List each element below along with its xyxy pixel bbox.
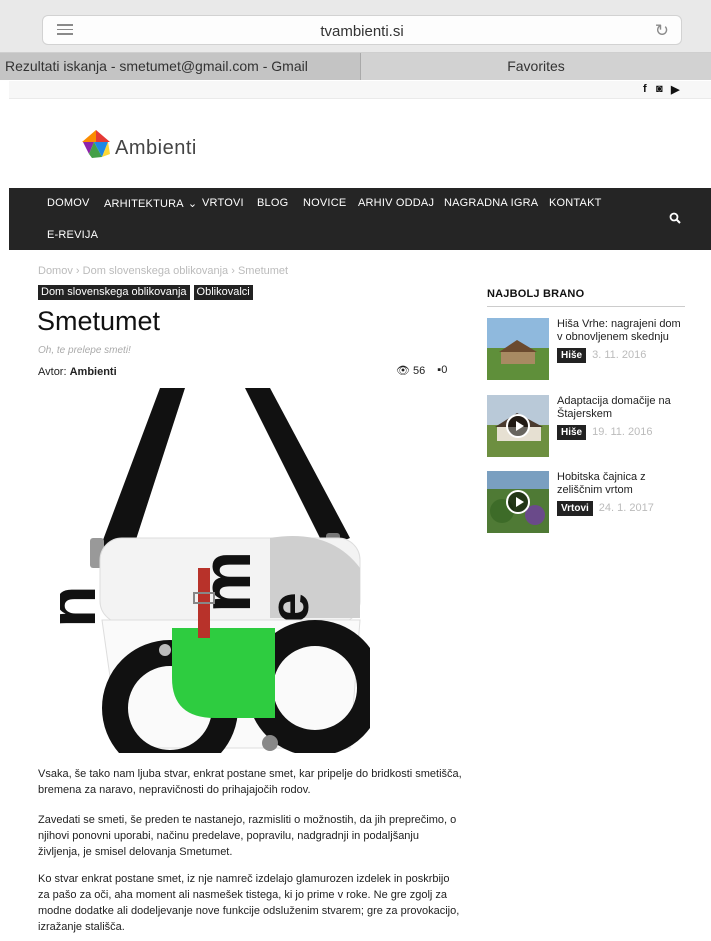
main-nav: DOMOV ARHITEKTURA ⌄ VRTOVI BLOG NOVICE AR… [9, 188, 711, 250]
breadcrumb-separator: › [75, 265, 80, 277]
social-bar: f ◙ ▶ [9, 81, 711, 99]
article-paragraph: Zavedati se smeti, še preden te nastanej… [38, 814, 457, 858]
category-tag[interactable]: Oblikovalci [193, 285, 253, 300]
site-logo[interactable]: Ambienti [80, 128, 197, 160]
facebook-icon[interactable]: f [643, 83, 647, 95]
post-category[interactable]: Vrtovi [557, 501, 593, 516]
article-paragraph: Ko stvar enkrat postane smet, iz nje nam… [38, 873, 460, 933]
url-text[interactable]: tvambienti.si [43, 23, 681, 40]
category-tag[interactable]: Dom slovenskega oblikovanja [38, 285, 190, 300]
comments-count[interactable]: ▪0 [437, 364, 447, 377]
comments-value: 0 [441, 364, 448, 376]
post-info: Hiša Vrhe: nagrajeni dom v obnovljenem s… [557, 318, 687, 363]
post-info: Hobitska čajnica z zeliščnim vrtom Vrtov… [557, 471, 687, 516]
breadcrumb-home[interactable]: Domov [38, 265, 73, 277]
play-icon[interactable] [506, 490, 530, 514]
svg-text:e: e [258, 592, 320, 623]
reload-icon[interactable]: ↻ [655, 21, 669, 41]
article-stats: 👁 56 ▪0 [396, 364, 447, 377]
article-paragraph: Vsaka, še tako nam ljuba stvar, enkrat p… [38, 768, 462, 796]
post-meta: Hiše 19. 11. 2016 [557, 425, 687, 440]
nav-e-revija[interactable]: E-REVIJA [47, 229, 98, 241]
article-title: Smetumet [37, 306, 161, 336]
chevron-down-icon: ⌄ [187, 198, 198, 210]
instagram-icon[interactable]: ◙ [656, 83, 663, 95]
post-title[interactable]: Adaptacija domačije na Štajerskem [557, 395, 687, 421]
post-thumbnail[interactable] [487, 471, 549, 533]
browser-toolbar: tvambienti.si ↻ [0, 0, 711, 53]
article-image-bag: m e n [60, 388, 370, 753]
article-subtitle: Oh, te prelepe smeti! [38, 345, 131, 356]
address-bar[interactable]: tvambienti.si ↻ [42, 15, 682, 45]
post-title[interactable]: Hiša Vrhe: nagrajeni dom v obnovljenem s… [557, 318, 687, 344]
nav-blog[interactable]: BLOG [257, 197, 288, 209]
youtube-icon[interactable]: ▶ [671, 83, 679, 96]
post-thumbnail[interactable] [487, 395, 549, 457]
post-title[interactable]: Hobitska čajnica z zeliščnim vrtom [557, 471, 687, 497]
search-icon[interactable] [669, 212, 681, 224]
post-meta: Vrtovi 24. 1. 2017 [557, 501, 687, 516]
post-thumbnail[interactable] [487, 318, 549, 380]
nav-arhitektura[interactable]: ARHITEKTURA ⌄ [104, 197, 197, 210]
nav-kontakt[interactable]: KONTAKT [549, 197, 602, 209]
post-category[interactable]: Hiše [557, 425, 587, 440]
page-gutter [0, 81, 9, 941]
post-date: 24. 1. 2017 [598, 502, 654, 514]
nav-arhiv-oddaj[interactable]: ARHIV ODDAJ [358, 197, 434, 209]
post-category[interactable]: Hiše [557, 348, 587, 363]
post-info: Adaptacija domačije na Štajerskem Hiše 1… [557, 395, 687, 440]
author-name[interactable]: Ambienti [70, 366, 117, 378]
post-date: 3. 11. 2016 [592, 349, 647, 361]
nav-domov[interactable]: DOMOV [47, 197, 90, 209]
nav-arhitektura-label: ARHITEKTURA [104, 198, 184, 210]
eye-icon: 👁 [396, 365, 410, 377]
breadcrumb-current: Smetumet [237, 265, 289, 277]
tab-gmail[interactable]: Rezultati iskanja - smetumet@gmail.com -… [0, 53, 361, 80]
breadcrumb-section[interactable]: Dom slovenskega oblikovanja [83, 265, 229, 277]
author-label: Avtor: [38, 366, 67, 378]
logo-text: Ambienti [115, 137, 197, 159]
nav-nagradna-igra[interactable]: NAGRADNA IGRA [444, 197, 538, 209]
breadcrumb-separator: › [231, 265, 235, 277]
nav-vrtovi[interactable]: VRTOVI [202, 197, 244, 209]
tab-favorites[interactable]: Favorites [361, 53, 711, 80]
category-tags: Dom slovenskega oblikovanja Oblikovalci [38, 285, 253, 300]
logo-house-icon [80, 128, 112, 160]
nav-novice[interactable]: NOVICE [303, 197, 346, 209]
views-value: 56 [413, 365, 426, 377]
article-author: Avtor: Ambienti [38, 366, 117, 378]
tab-bar: Rezultati iskanja - smetumet@gmail.com -… [0, 53, 711, 80]
post-date: 19. 11. 2016 [592, 426, 653, 438]
views-count: 👁 56 [396, 364, 425, 377]
sidebar-title: NAJBOLJ BRANO [487, 288, 685, 307]
play-icon[interactable] [506, 414, 530, 438]
breadcrumb: Domov › Dom slovenskega oblikovanja › Sm… [38, 265, 288, 277]
post-meta: Hiše 3. 11. 2016 [557, 348, 687, 363]
